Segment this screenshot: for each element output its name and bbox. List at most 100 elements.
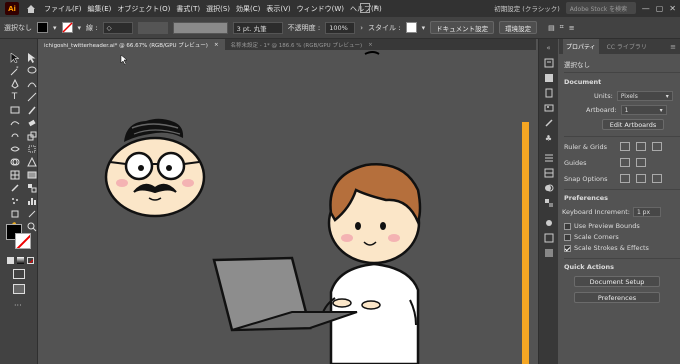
image-panel-icon[interactable] — [543, 103, 555, 113]
shape-builder-tool-icon[interactable] — [8, 156, 21, 167]
swatches-panel-icon[interactable] — [543, 198, 555, 208]
lasso-tool-icon[interactable] — [25, 65, 38, 76]
scrollbar-indicator[interactable] — [522, 122, 529, 364]
color-panel-icon[interactable] — [543, 218, 555, 228]
keyboard-increment-input[interactable]: 1 px — [632, 207, 661, 217]
eyedropper-tool-icon[interactable] — [8, 182, 21, 193]
artboard-select[interactable]: 1 ▾ — [620, 105, 667, 115]
opacity-field[interactable]: 100% — [325, 21, 356, 34]
scale-corners-checkbox[interactable] — [564, 233, 571, 241]
stroke-color-swatch[interactable] — [15, 233, 31, 249]
workspace-switcher[interactable]: 初期設定 (クラシック) — [494, 3, 560, 13]
menu-view[interactable]: 表示(V) — [266, 4, 290, 14]
units-select[interactable]: Pixels ▾ — [616, 91, 673, 101]
fill-swatch[interactable] — [37, 22, 48, 33]
close-icon[interactable]: × — [214, 42, 219, 48]
screen-mode-icon[interactable] — [13, 284, 25, 294]
gradient-tool-icon[interactable] — [25, 169, 38, 180]
tab-document-1[interactable]: ichigoshi_twitterheader.ai* @ 66.67% (RG… — [38, 39, 225, 50]
rectangle-tool-icon[interactable] — [8, 104, 21, 115]
align-panel-icon[interactable] — [543, 153, 555, 163]
style-swatch[interactable] — [405, 22, 417, 33]
artboard-tool-icon[interactable] — [8, 208, 21, 219]
close-window-button[interactable]: ✕ — [669, 4, 676, 13]
snap-to-pixel-icon[interactable] — [652, 174, 662, 183]
selection-tool-icon[interactable] — [8, 52, 21, 63]
align-icon[interactable]: ▤ — [548, 24, 555, 32]
curvature-tool-icon[interactable] — [25, 78, 38, 89]
fill-stroke-control[interactable] — [6, 224, 34, 252]
magic-wand-tool-icon[interactable]: * — [8, 65, 21, 76]
tab-properties[interactable]: プロパティ — [563, 39, 599, 54]
menu-select[interactable]: 選択(S) — [206, 4, 230, 14]
gradient-mode-icon[interactable] — [17, 257, 24, 264]
chevron-down-icon[interactable]: ▾ — [374, 3, 384, 13]
direct-selection-tool-icon[interactable] — [25, 52, 38, 63]
menu-file[interactable]: ファイル(F) — [44, 4, 82, 14]
more-options-icon[interactable]: ≡ — [569, 24, 575, 32]
pen-tool-icon[interactable] — [8, 78, 21, 89]
menu-effect[interactable]: 効果(C) — [236, 4, 260, 14]
use-preview-bounds-checkbox[interactable] — [564, 222, 571, 230]
edit-toolbar-icon[interactable]: ··· — [14, 301, 22, 310]
drawing-mode-icon[interactable] — [13, 269, 25, 279]
chevron-down-icon[interactable]: ▾ — [422, 24, 426, 32]
arrange-documents-icon[interactable] — [360, 3, 370, 13]
symbol-sprayer-tool-icon[interactable] — [8, 195, 21, 206]
panel-menu-icon[interactable]: ≡ — [670, 43, 676, 51]
appearance-panel-icon[interactable] — [543, 233, 555, 243]
variable-width-profile[interactable] — [137, 21, 168, 34]
preferences-button[interactable]: 環境設定 — [499, 21, 538, 34]
shaper-tool-icon[interactable] — [8, 117, 21, 128]
type-tool-icon[interactable]: T — [8, 91, 21, 102]
home-icon[interactable] — [24, 2, 38, 16]
rotate-tool-icon[interactable] — [8, 130, 21, 141]
transform-icon[interactable]: ⌗ — [560, 23, 564, 32]
scale-tool-icon[interactable] — [25, 130, 38, 141]
brushes-panel-icon[interactable] — [543, 118, 555, 128]
slice-tool-icon[interactable] — [25, 208, 38, 219]
pixel-grid-icon[interactable] — [652, 142, 662, 151]
libraries-panel-icon[interactable] — [543, 88, 555, 98]
blend-tool-icon[interactable] — [25, 182, 38, 193]
column-graph-tool-icon[interactable] — [25, 195, 38, 206]
edit-artboards-button[interactable]: Edit Artboards — [602, 119, 664, 130]
stroke-weight-field[interactable]: ◇ — [102, 21, 133, 34]
stroke-swatch[interactable] — [61, 22, 73, 33]
tab-cc-libraries[interactable]: CC ライブラリ — [607, 42, 647, 51]
minimize-button[interactable]: — — [642, 4, 650, 13]
brush-select[interactable]: 3 pt. 丸筆 — [232, 21, 283, 34]
stock-search-input[interactable]: Adobe Stock を検索 — [565, 2, 636, 14]
chevron-right-icon[interactable]: › — [360, 24, 363, 32]
none-mode-icon[interactable] — [27, 257, 34, 264]
tab-document-2[interactable]: 名称未設定 - 1* @ 186.6 % (RGB/GPU プレビュー) × — [225, 39, 379, 50]
show-guides-icon[interactable] — [620, 158, 630, 167]
scale-strokes-effects-checkbox[interactable] — [564, 244, 571, 252]
brush-definition[interactable] — [172, 21, 228, 34]
properties-panel-icon[interactable] — [543, 58, 555, 68]
menu-object[interactable]: オブジェクト(O) — [117, 4, 170, 14]
close-icon[interactable]: × — [368, 42, 373, 48]
width-tool-icon[interactable] — [8, 143, 21, 154]
mesh-tool-icon[interactable] — [8, 169, 21, 180]
symbols-panel-icon[interactable]: ♣ — [543, 133, 555, 143]
preferences-panel-button[interactable]: Preferences — [574, 292, 660, 303]
snap-to-point-icon[interactable] — [620, 174, 630, 183]
eraser-tool-icon[interactable] — [25, 117, 38, 128]
paintbrush-tool-icon[interactable] — [25, 104, 38, 115]
menu-window[interactable]: ウィンドウ(W) — [297, 4, 344, 14]
chevron-down-icon[interactable]: ▾ — [53, 24, 57, 32]
line-tool-icon[interactable] — [25, 91, 38, 102]
color-mode-icon[interactable] — [7, 257, 14, 264]
artboard-canvas[interactable] — [38, 50, 536, 364]
links-panel-icon[interactable] — [543, 248, 555, 258]
ruler-icon[interactable] — [620, 142, 630, 151]
grid-icon[interactable] — [636, 142, 646, 151]
menu-type[interactable]: 書式(T) — [176, 4, 200, 14]
maximize-button[interactable]: ▢ — [656, 4, 664, 13]
free-transform-tool-icon[interactable] — [25, 143, 38, 154]
smart-guides-icon[interactable] — [636, 158, 646, 167]
document-setup-panel-button[interactable]: Document Setup — [574, 276, 660, 287]
snap-to-grid-icon[interactable] — [636, 174, 646, 183]
layers-panel-icon[interactable] — [543, 73, 555, 83]
